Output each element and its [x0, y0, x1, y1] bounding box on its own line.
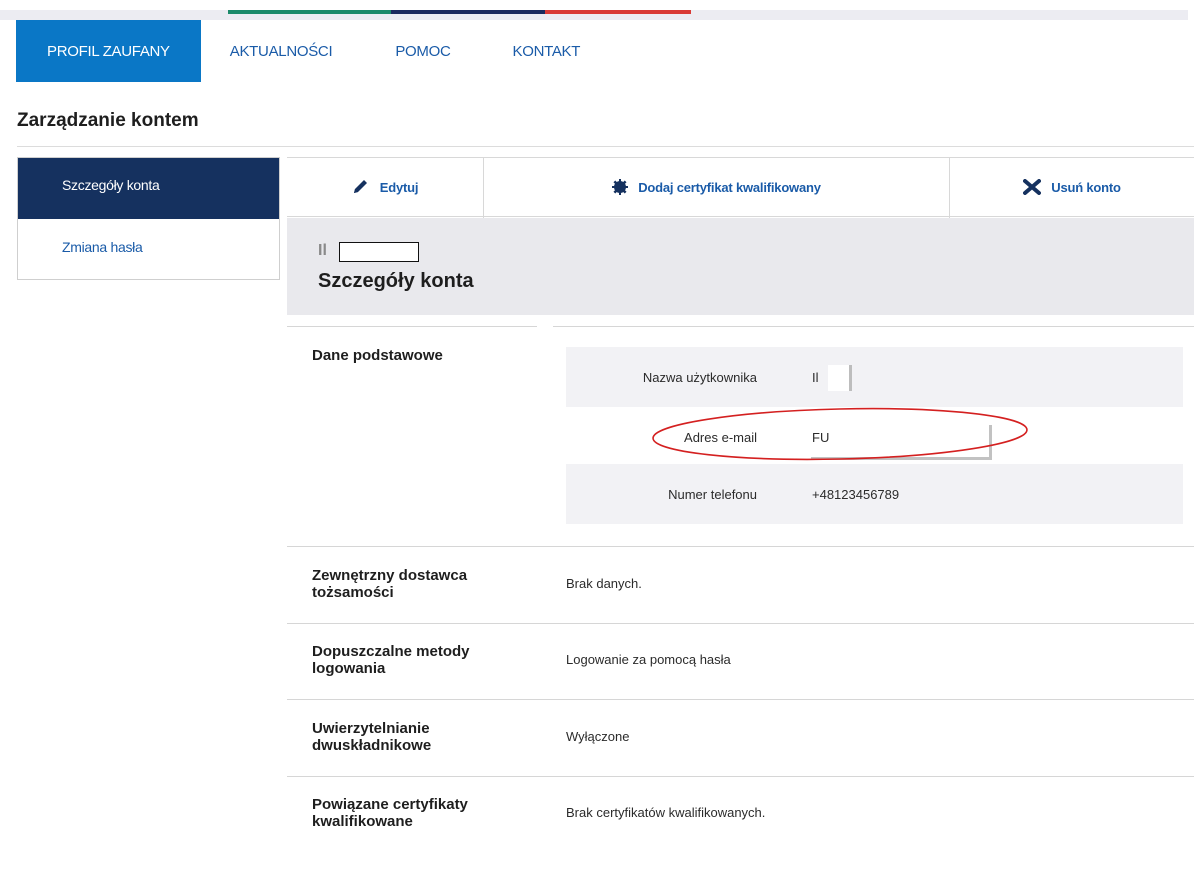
account-header: Il Szczegóły konta — [287, 218, 1194, 315]
section-title: Szczegóły konta — [318, 270, 474, 292]
redacted-username — [339, 242, 419, 262]
title-divider — [17, 146, 1194, 147]
username-label: Nazwa użytkownika — [642, 370, 757, 385]
login-methods-label: Dopuszczalne metody logowania — [312, 643, 470, 677]
redacted-username-value — [828, 365, 852, 391]
badge-icon — [612, 179, 629, 195]
certificates-label: Powiązane certyfikaty kwalifikowane — [312, 796, 468, 830]
pencil-icon — [353, 180, 367, 193]
edit-button[interactable]: Edytuj — [287, 158, 483, 216]
two-factor-label: Uwierzytelnianie dwuskładnikowe — [312, 720, 432, 754]
sidebar-item-change-password[interactable]: Zmiana hasła — [18, 219, 279, 279]
delete-account-button[interactable]: Usuń konto — [950, 158, 1194, 216]
x-icon — [1023, 179, 1042, 195]
username-prefix: Il — [318, 242, 327, 259]
edit-label: Edytuj — [379, 179, 419, 195]
external-idp-value: Brak danych. — [566, 576, 642, 591]
page-title: Zarządzanie kontem — [17, 110, 199, 131]
add-certificate-button[interactable]: Dodaj certyfikat kwalifikowany — [484, 158, 949, 216]
two-factor-value: Wyłączone — [566, 729, 630, 744]
delete-account-label: Usuń konto — [1051, 179, 1121, 195]
external-idp-label: Zewnętrzny dostawca tożsamości — [312, 567, 468, 601]
bar-segment-red — [545, 10, 691, 14]
row-divider — [287, 623, 1194, 624]
nav-pomoc[interactable]: POMOC — [395, 20, 450, 82]
annotation-ellipse — [652, 407, 1028, 461]
basic-data-label: Dane podstawowe — [312, 347, 443, 364]
detail-row-phone: Numer telefonu +48123456789 — [566, 464, 1183, 524]
detail-row-username: Nazwa użytkownika Il — [566, 347, 1183, 407]
certificates-value: Brak certyfikatów kwalifikowanych. — [566, 805, 766, 820]
account-sidebar: Szczegóły konta Zmiana hasła — [17, 157, 280, 280]
row-divider — [287, 546, 1194, 547]
bar-segment-navy — [391, 10, 545, 14]
row-divider — [287, 699, 1194, 700]
action-bar: Edytuj Dodaj certyfikat kwalifikowany Us… — [287, 157, 1194, 218]
bar-segment-green — [228, 10, 391, 14]
phone-label: Numer telefonu — [668, 487, 757, 502]
main-nav: PROFIL ZAUFANY AKTUALNOŚCI POMOC KONTAKT — [16, 20, 580, 82]
username-value: Il — [812, 370, 819, 385]
add-certificate-label: Dodaj certyfikat kwalifikowany — [638, 179, 821, 195]
row-divider — [287, 326, 537, 327]
login-methods-value: Logowanie za pomocą hasła — [566, 652, 731, 667]
nav-kontakt[interactable]: KONTAKT — [513, 20, 581, 82]
nav-profil-zaufany[interactable]: PROFIL ZAUFANY — [16, 20, 201, 82]
row-divider — [553, 326, 1194, 327]
row-divider — [287, 776, 1194, 777]
sidebar-item-account-details[interactable]: Szczegóły konta — [18, 158, 279, 219]
nav-aktualnosci[interactable]: AKTUALNOŚCI — [230, 20, 333, 82]
top-color-bar — [0, 10, 1188, 20]
phone-value: +48123456789 — [812, 487, 900, 502]
